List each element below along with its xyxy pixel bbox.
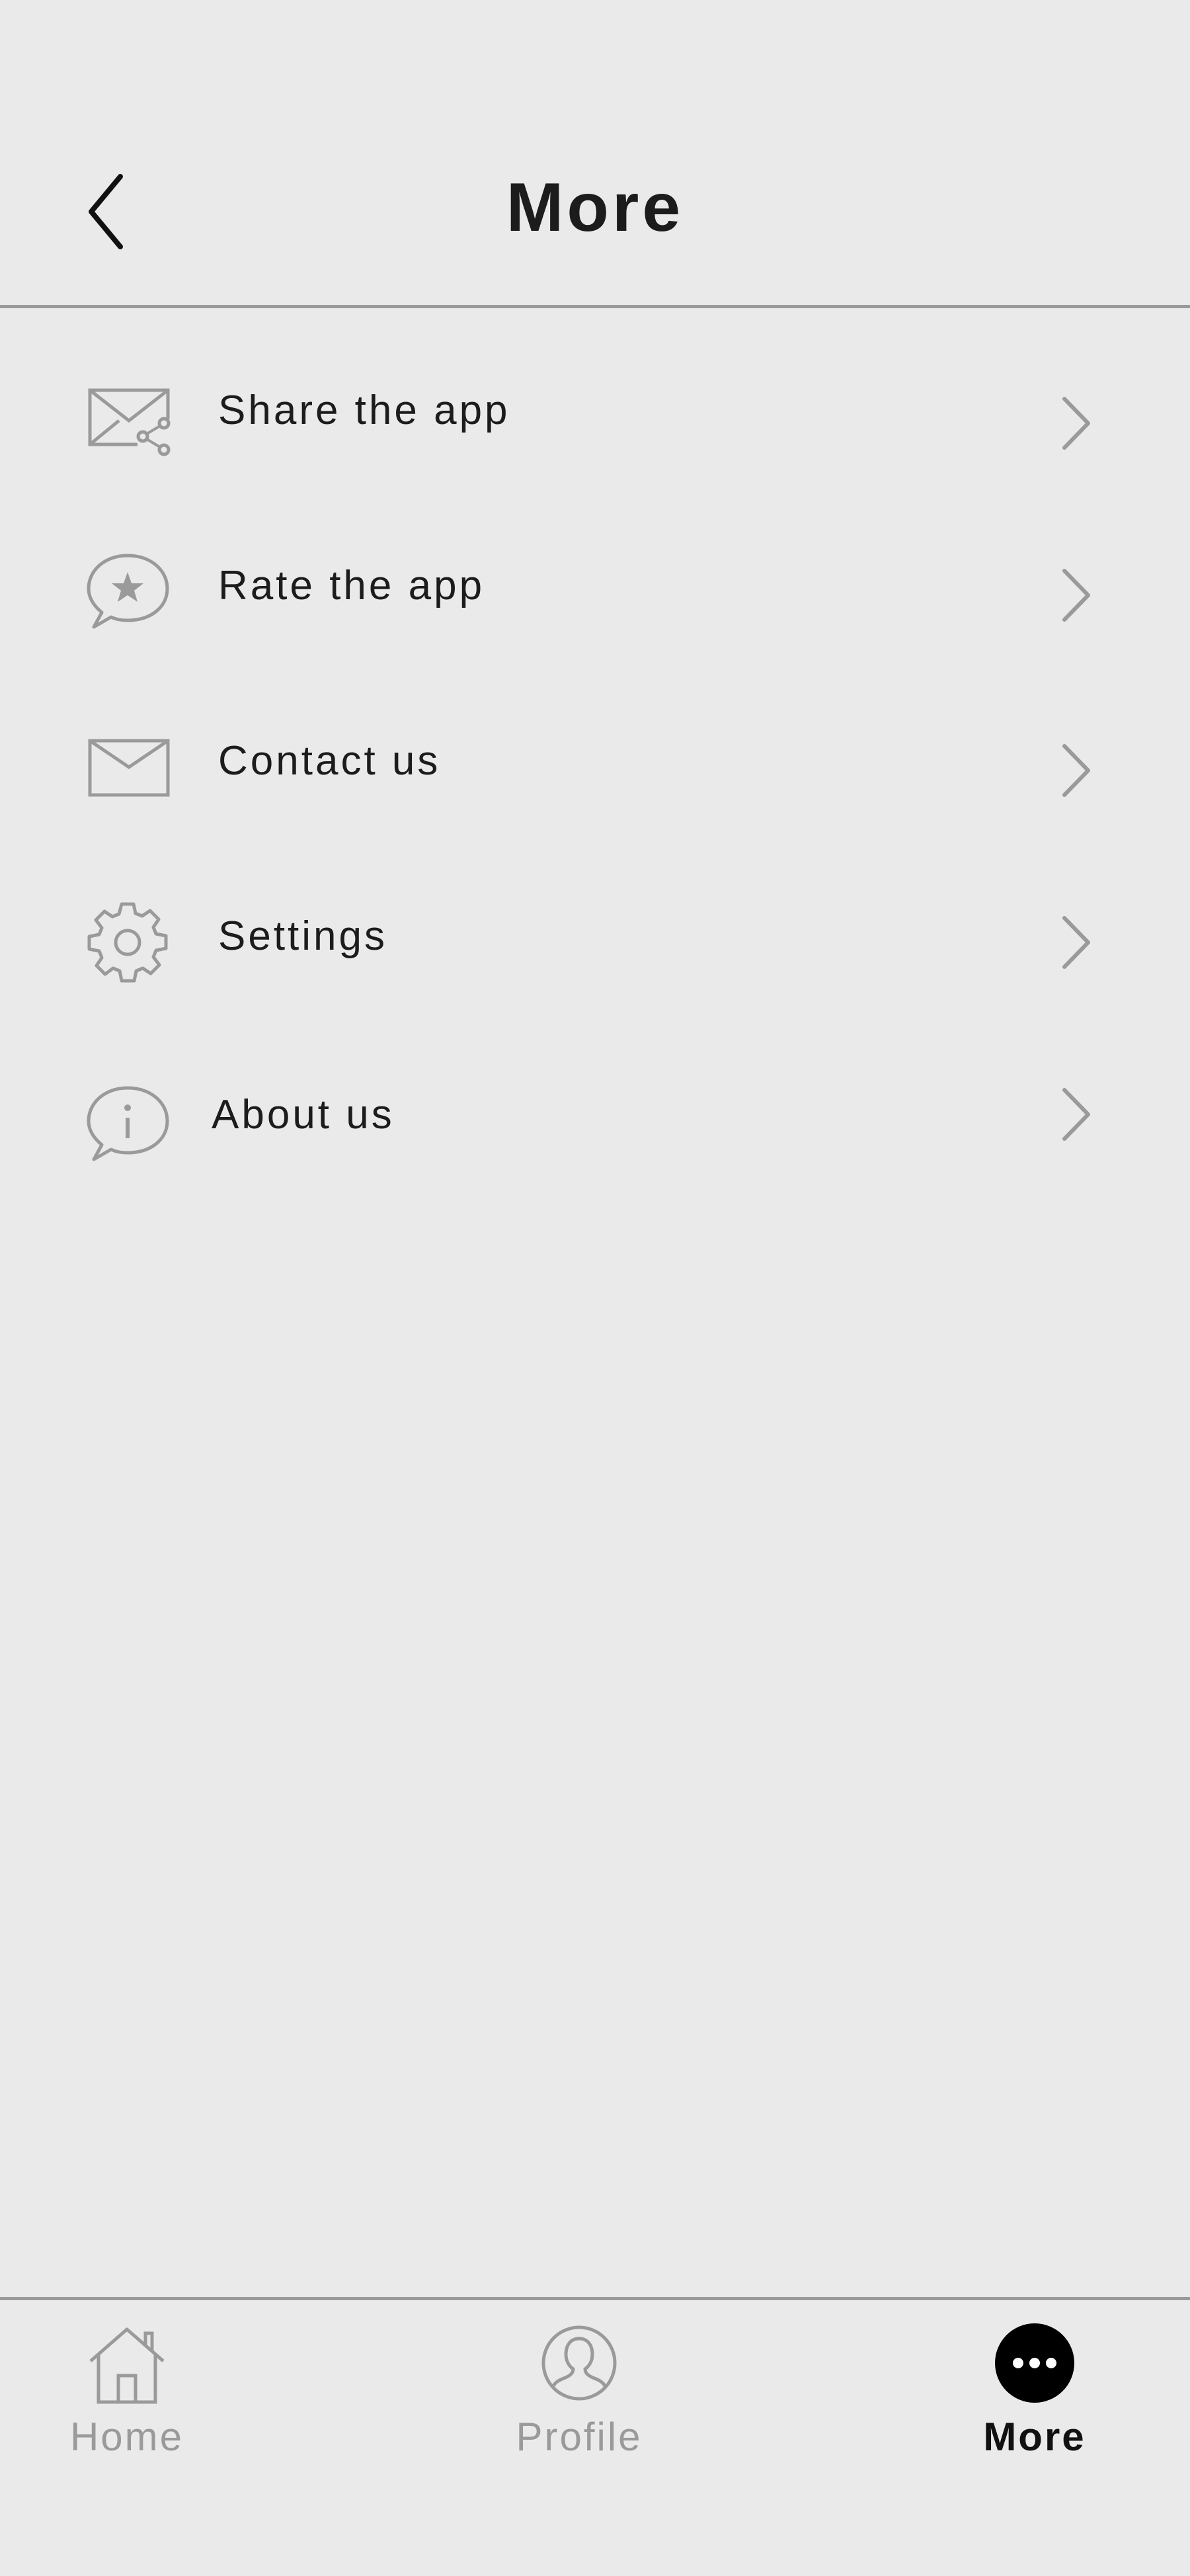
- header: More: [0, 0, 1190, 308]
- info-speech-bubble-icon: [87, 1086, 169, 1161]
- gear-icon: [87, 902, 168, 983]
- menu-item-share-the-app[interactable]: Share the app: [0, 347, 1190, 479]
- chevron-right-icon: [1062, 744, 1090, 797]
- menu-item-rate-the-app[interactable]: Rate the app: [0, 522, 1190, 655]
- more-dots-icon: [995, 2323, 1074, 2403]
- chevron-right-icon: [1062, 569, 1090, 622]
- tab-label: Home: [69, 2415, 184, 2459]
- tab-label: Profile: [516, 2415, 643, 2459]
- tab-more[interactable]: More: [902, 2300, 1167, 2499]
- tab-profile[interactable]: Profile: [447, 2300, 711, 2499]
- menu-item-label: Share the app: [218, 388, 510, 433]
- star-speech-bubble-icon: [87, 554, 169, 629]
- menu-item-settings[interactable]: Settings: [0, 873, 1190, 1005]
- menu-item-about-us[interactable]: About us: [0, 1048, 1190, 1181]
- envelope-icon: [88, 739, 170, 797]
- page-title: More: [506, 169, 684, 246]
- menu-item-contact-us[interactable]: Contact us: [0, 698, 1190, 830]
- chevron-right-icon: [1062, 916, 1090, 969]
- home-icon: [89, 2327, 165, 2404]
- user-icon: [541, 2325, 617, 2401]
- menu-item-label: Rate the app: [218, 563, 485, 608]
- menu-item-label: Settings: [218, 913, 388, 959]
- tab-label: More: [983, 2415, 1086, 2459]
- share-envelope-icon: [88, 388, 171, 456]
- chevron-right-icon: [1062, 1088, 1090, 1141]
- bottom-tab-bar: Home Profile More: [0, 2297, 1190, 2576]
- chevron-right-icon: [1062, 397, 1090, 450]
- tab-home[interactable]: Home: [0, 2300, 259, 2499]
- menu-item-label: About us: [212, 1092, 395, 1138]
- menu-item-label: Contact us: [218, 738, 441, 784]
